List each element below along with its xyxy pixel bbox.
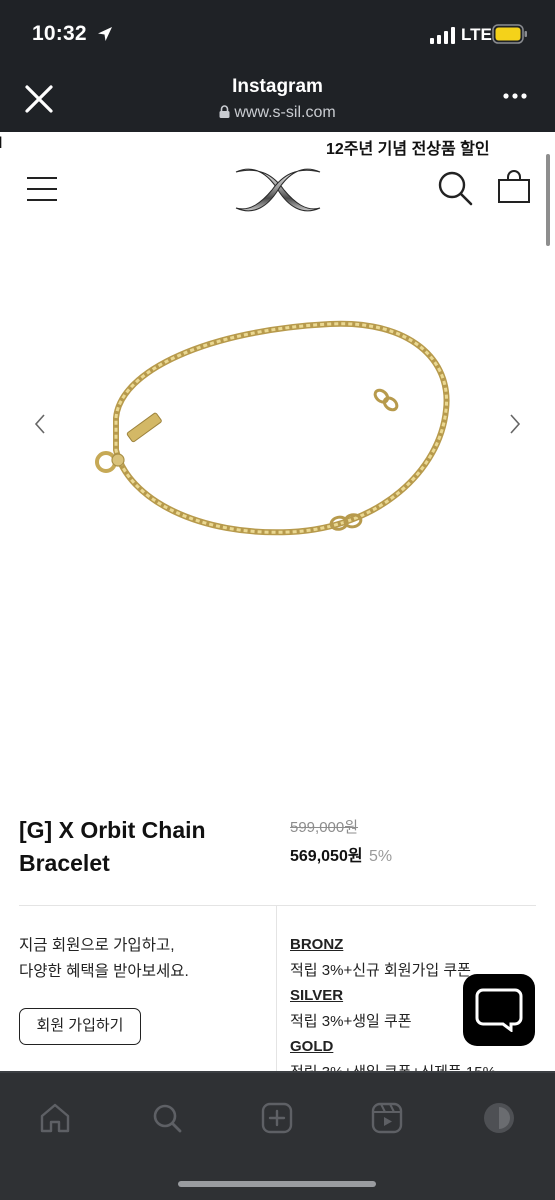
discount-rate: 5% [369, 848, 393, 865]
hamburger-icon[interactable] [27, 176, 57, 202]
network-type: LTE [461, 25, 492, 44]
product-image-carousel[interactable] [0, 240, 555, 780]
shopping-bag-icon[interactable] [497, 170, 531, 204]
tabbar-border [0, 1071, 555, 1073]
search-icon[interactable] [150, 1101, 184, 1135]
home-indicator[interactable] [178, 1181, 376, 1187]
lock-icon [219, 105, 230, 118]
divider [19, 905, 536, 906]
original-price: 599,000원 [290, 819, 359, 836]
membership-invite: 지금 회원으로 가입하고, 다양한 혜택을 받아보세요. [19, 933, 189, 985]
promo-fragment: l [0, 135, 3, 152]
promo-marquee[interactable]: l 12주년 기념 전상품 할인 [0, 132, 555, 158]
chat-bubble-icon [475, 988, 523, 1032]
invite-line-1: 지금 회원으로 가입하고, [19, 937, 175, 954]
in-app-browser-bar: Instagram www.s-sil.com [0, 70, 555, 132]
product-title: [G] X Orbit Chain Bracelet [19, 817, 206, 876]
sale-price-line: 569,050원 5% [290, 842, 392, 866]
status-bar: 10:32 LTE [0, 0, 555, 70]
search-icon[interactable] [437, 170, 473, 206]
browser-title: Instagram [232, 76, 323, 97]
chevron-left-icon[interactable] [32, 412, 48, 436]
home-icon[interactable] [38, 1101, 72, 1135]
reels-icon[interactable] [370, 1101, 404, 1135]
join-membership-button[interactable]: 회원 가입하기 [19, 1008, 141, 1045]
signal-bars-icon [430, 27, 455, 44]
create-icon[interactable] [260, 1101, 294, 1135]
promo-text: 12주년 기념 전상품 할인 [326, 141, 490, 158]
chat-button[interactable] [463, 974, 535, 1046]
chevron-right-icon[interactable] [507, 412, 523, 436]
instagram-tab-bar [0, 1071, 555, 1200]
invite-line-2: 다양한 혜택을 받아보세요. [19, 963, 189, 980]
location-arrow-icon [98, 27, 112, 41]
sale-price: 569,050원 [290, 848, 363, 865]
profile-icon[interactable] [482, 1101, 516, 1135]
divider-vertical [276, 906, 277, 1076]
status-time: 10:32 [32, 22, 87, 45]
site-header [0, 158, 555, 228]
brand-logo[interactable] [232, 162, 324, 218]
browser-url[interactable]: www.s-sil.com [0, 104, 555, 122]
url-text: www.s-sil.com [234, 104, 336, 121]
battery-icon [492, 24, 527, 44]
tier-name-bronz[interactable]: BRONZ [290, 932, 530, 958]
product-image [95, 320, 450, 536]
more-dots-icon[interactable] [502, 92, 528, 100]
